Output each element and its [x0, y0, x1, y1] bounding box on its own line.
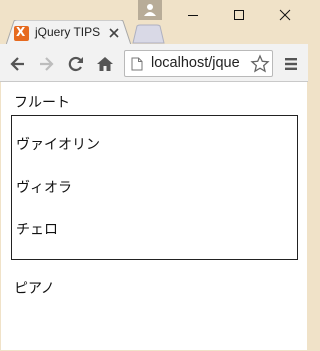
bordered-group: ヴァイオリン ヴィオラ チェロ — [11, 115, 298, 260]
list-item: ヴィオラ — [16, 180, 72, 196]
list-item: ヴァイオリン — [16, 137, 100, 153]
list-item: ピアノ — [14, 281, 55, 297]
maximize-icon — [234, 10, 244, 20]
minimize-icon — [188, 15, 198, 16]
bookmark-star-icon[interactable] — [250, 54, 270, 74]
page-content: フルート ヴァイオリン ヴィオラ チェロ ピアノ — [1, 82, 307, 350]
minimize-button[interactable] — [170, 0, 216, 30]
browser-window: X jQuery TIPS localhost/jque フルート ヴァイオリン… — [0, 0, 308, 351]
home-icon[interactable] — [95, 54, 115, 74]
person-icon — [144, 4, 156, 16]
browser-toolbar: localhost/jque — [0, 44, 308, 82]
list-item: チェロ — [16, 222, 58, 238]
close-icon — [279, 9, 291, 21]
reload-icon[interactable] — [66, 54, 86, 74]
url-text: localhost/jque — [151, 55, 240, 71]
list-item: フルート — [14, 95, 70, 111]
back-arrow-icon[interactable] — [8, 54, 28, 74]
tab-title: jQuery TIPS — [35, 25, 101, 39]
close-window-button[interactable] — [262, 0, 308, 30]
menu-icon[interactable] — [283, 56, 299, 72]
address-bar[interactable]: localhost/jque — [124, 50, 273, 77]
title-bar: X jQuery TIPS — [0, 0, 308, 45]
favicon-icon: X — [14, 25, 29, 41]
profile-button[interactable] — [138, 0, 162, 20]
maximize-button[interactable] — [216, 0, 262, 30]
new-tab-button[interactable] — [131, 24, 165, 44]
page-icon — [131, 57, 143, 71]
forward-arrow-icon[interactable] — [36, 54, 56, 74]
tab-close-icon[interactable] — [108, 27, 120, 39]
